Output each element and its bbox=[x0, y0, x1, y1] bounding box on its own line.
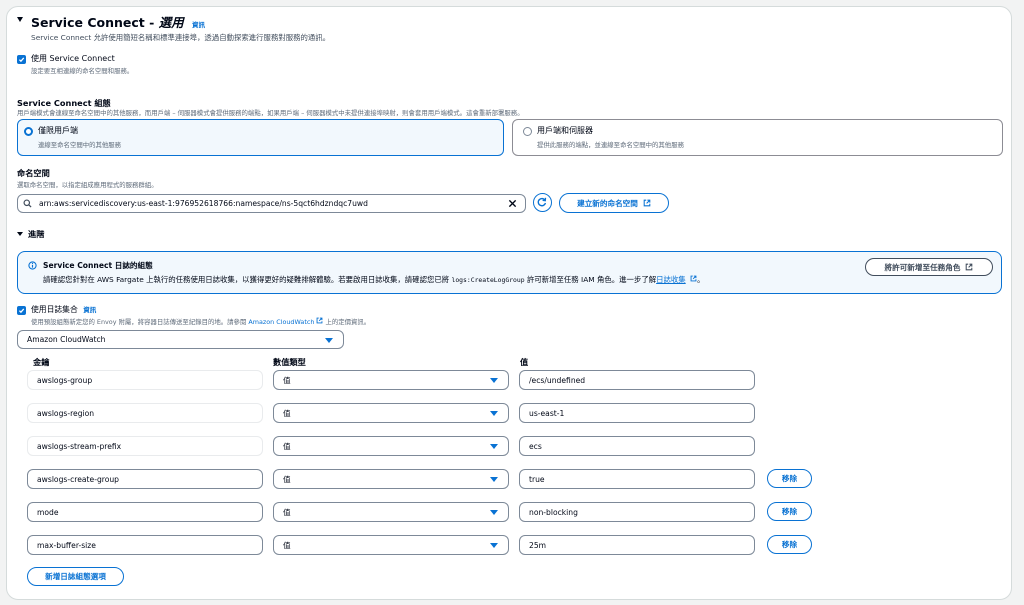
chevron-down-icon bbox=[490, 477, 498, 482]
option-client-only[interactable]: 僅限用戶端 連線至命名空間中的其他服務 bbox=[17, 119, 504, 156]
cloudwatch-link[interactable]: Amazon CloudWatch bbox=[248, 318, 314, 326]
remove-log-option-button[interactable]: 移除 bbox=[767, 535, 812, 554]
log-config-alert: Service Connect 日誌的組態 請確認您針對在 AWS Fargat… bbox=[17, 251, 1002, 294]
log-option-type-value: 值 bbox=[283, 474, 291, 484]
use-service-connect-label: 使用 Service Connect bbox=[31, 54, 115, 63]
log-option-type-select[interactable]: 值 bbox=[273, 535, 509, 555]
config-description: 用戶端模式會連線至命名空間中的其他服務，而用戶端 – 伺服器模式會提供服務的端點… bbox=[17, 109, 524, 117]
advanced-caret-icon[interactable] bbox=[17, 232, 23, 236]
log-driver-select[interactable]: Amazon CloudWatch bbox=[17, 330, 344, 349]
use-log-collection-label: 使用日誌集合 資訊 bbox=[31, 305, 97, 314]
alert-code: logs:CreateLogGroup bbox=[451, 276, 525, 284]
option-client-server[interactable]: 用戶端和伺服器 提供此服務的端點，並連線至命名空間中的其他服務 bbox=[512, 119, 1003, 156]
alert-text: 請確認您針對在 AWS Fargate 上執行的任務使用日誌收集，以獲得更好的疑… bbox=[43, 275, 705, 284]
refresh-icon bbox=[537, 197, 547, 207]
search-icon bbox=[23, 199, 32, 208]
log-option-key-input: awslogs-group bbox=[27, 370, 263, 390]
log-option-type-value: 值 bbox=[283, 507, 291, 517]
external-link-icon bbox=[690, 275, 697, 282]
add-log-option-button[interactable]: 新增日誌組態選項 bbox=[27, 567, 124, 586]
chevron-down-icon bbox=[490, 411, 498, 416]
log-option-value-input[interactable]: non-blocking bbox=[519, 502, 755, 522]
chevron-down-icon bbox=[490, 378, 498, 383]
log-option-value-input[interactable]: ecs bbox=[519, 436, 755, 456]
option-client-server-title: 用戶端和伺服器 bbox=[537, 126, 593, 135]
log-option-type-value: 值 bbox=[283, 540, 291, 550]
log-option-type-value: 值 bbox=[283, 375, 291, 385]
external-link-icon bbox=[643, 199, 651, 207]
use-service-connect-checkbox[interactable] bbox=[17, 55, 26, 64]
chevron-down-icon bbox=[490, 510, 498, 515]
log-option-key-input: awslogs-region bbox=[27, 403, 263, 423]
log-option-key-input: awslogs-stream-prefix bbox=[27, 436, 263, 456]
log-option-type-value: 值 bbox=[283, 441, 291, 451]
external-link-icon bbox=[966, 263, 973, 271]
chevron-down-icon bbox=[490, 543, 498, 548]
create-namespace-button[interactable]: 建立新的命名空間 bbox=[559, 193, 669, 213]
log-option-value-input[interactable]: us-east-1 bbox=[519, 403, 755, 423]
log-option-value-input[interactable]: /ecs/undefined bbox=[519, 370, 755, 390]
namespace-description: 選取命名空間，以指定組成應用程式的服務群組。 bbox=[17, 181, 158, 189]
column-key: 金鑰 bbox=[33, 357, 50, 367]
log-option-type-select[interactable]: 值 bbox=[273, 469, 509, 489]
remove-log-option-button[interactable]: 移除 bbox=[767, 502, 812, 521]
option-client-server-desc: 提供此服務的端點，並連線至命名空間中的其他服務 bbox=[537, 141, 684, 149]
namespace-search-input[interactable]: arn:aws:servicediscovery:us-east-1:97695… bbox=[17, 194, 526, 213]
log-option-key-input[interactable]: awslogs-create-group bbox=[27, 469, 263, 489]
advanced-label: 進階 bbox=[28, 229, 45, 239]
log-option-type-select[interactable]: 值 bbox=[273, 502, 509, 522]
use-log-collection-checkbox[interactable] bbox=[17, 306, 26, 315]
namespace-label: 命名空間 bbox=[17, 168, 50, 178]
alert-title: Service Connect 日誌的組態 bbox=[43, 261, 153, 270]
use-service-connect-desc: 設定要互相連線的命名空間和服務。 bbox=[31, 67, 134, 75]
chevron-down-icon bbox=[325, 337, 333, 343]
clear-icon[interactable] bbox=[508, 199, 517, 208]
section-description: Service Connect 允許使用簡短名稱和標準連接埠，透過自動探索進行服… bbox=[31, 33, 331, 42]
chevron-down-icon bbox=[490, 444, 498, 449]
column-value: 值 bbox=[520, 357, 529, 367]
option-client-only-desc: 連線至命名空間中的其他服務 bbox=[38, 141, 122, 149]
log-info-link[interactable]: 資訊 bbox=[83, 306, 96, 314]
info-icon bbox=[28, 261, 37, 270]
refresh-button[interactable] bbox=[533, 193, 552, 212]
log-option-key-input[interactable]: max-buffer-size bbox=[27, 535, 263, 555]
log-option-value-input[interactable]: true bbox=[519, 469, 755, 489]
section-title: Service Connect - 選用 資訊 bbox=[31, 15, 206, 30]
log-description: 使用預設組態新定您的 Envoy 附屬，將容器日誌傳送至紀錄目的地。請參閱 Am… bbox=[31, 317, 371, 326]
log-collection-link[interactable]: 日誌收集 bbox=[656, 275, 686, 284]
column-type: 數值類型 bbox=[273, 357, 306, 367]
info-link[interactable]: 資訊 bbox=[192, 21, 205, 29]
collapse-caret-icon[interactable] bbox=[17, 17, 23, 22]
log-option-type-value: 值 bbox=[283, 408, 291, 418]
radio-client-server[interactable] bbox=[523, 127, 532, 136]
remove-log-option-button[interactable]: 移除 bbox=[767, 469, 812, 488]
log-option-type-select[interactable]: 值 bbox=[273, 403, 509, 423]
namespace-value: arn:aws:servicediscovery:us-east-1:97695… bbox=[39, 199, 368, 208]
log-option-type-select[interactable]: 值 bbox=[273, 436, 509, 456]
add-permission-button[interactable]: 將許可新增至任務角色 bbox=[865, 258, 993, 276]
log-option-value-input[interactable]: 25m bbox=[519, 535, 755, 555]
log-option-key-input[interactable]: mode bbox=[27, 502, 263, 522]
log-option-type-select[interactable]: 值 bbox=[273, 370, 509, 390]
radio-client-only[interactable] bbox=[24, 127, 33, 136]
option-client-only-title: 僅限用戶端 bbox=[38, 126, 78, 135]
